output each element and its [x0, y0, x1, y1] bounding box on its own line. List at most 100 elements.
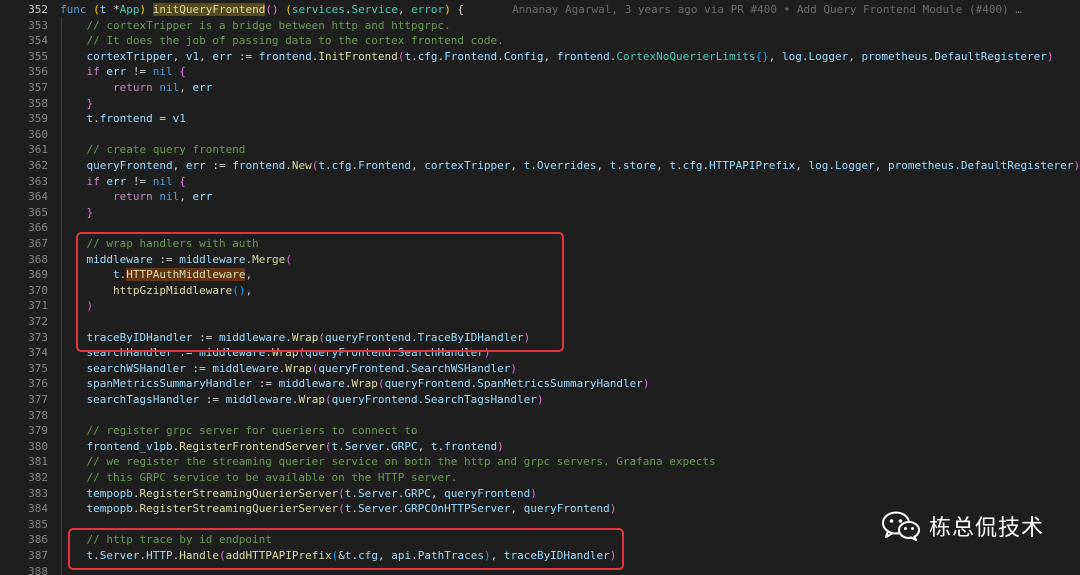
code-token: error: [411, 3, 445, 16]
code-token: .: [324, 159, 332, 172]
code-line[interactable]: 360: [0, 127, 1080, 143]
code-line[interactable]: 357 return nil, err: [0, 80, 1080, 96]
code-line[interactable]: 381 // we register the streaming querier…: [0, 454, 1080, 470]
code-token: prometheus: [861, 49, 928, 63]
line-number: 357: [28, 81, 48, 94]
code-token: Service: [351, 3, 398, 16]
code-line[interactable]: 364 return nil, err: [0, 189, 1080, 205]
code-line[interactable]: 375 searchWSHandler := middleware.Wrap(q…: [0, 361, 1080, 377]
code-line[interactable]: 363 if err != nil {: [0, 174, 1080, 190]
line-number: 379: [28, 424, 48, 438]
code-line[interactable]: 354 // It does the job of passing data t…: [0, 33, 1080, 49]
code-token: SearchTagsHandler: [424, 393, 537, 406]
code-token: :=: [205, 159, 233, 172]
code-token: CortexNoQuerierLimits: [616, 49, 756, 63]
code-line[interactable]: 380 frontend_v1pb. RegisterFrontendServer…: [0, 439, 1080, 455]
line-number: 371: [28, 299, 48, 313]
code-token: !=: [126, 174, 153, 188]
code-token: (: [285, 3, 292, 16]
code-token: SpanMetricsSummaryHandler: [477, 377, 643, 391]
code-token: ,: [874, 159, 888, 172]
code-token: ,: [656, 159, 670, 172]
code-line[interactable]: 379 // register grpc server for queriers…: [0, 423, 1080, 439]
line-number: 359: [28, 112, 48, 126]
code-token: (: [93, 3, 100, 16]
code-token: (: [324, 439, 332, 453]
code-token: (: [324, 393, 332, 406]
code-token: ): [444, 3, 451, 16]
code-line[interactable]: 355 cortexTripper, v1, err := frontend. I…: [0, 49, 1080, 65]
line-number: 361: [28, 143, 48, 157]
code-token: HTTPAPIPrefix: [709, 159, 796, 172]
code-text: // create query frontend: [60, 142, 245, 158]
code-token: ): [1046, 49, 1054, 63]
code-token: cortexTripper: [86, 49, 173, 63]
code-line[interactable]: 359 t.frontend = v1: [0, 111, 1080, 127]
code-line[interactable]: 377 searchTagsHandler := middleware.Wrap…: [0, 392, 1080, 408]
code-line[interactable]: 356 if err != nil {: [0, 64, 1080, 80]
code-line[interactable]: 382 // this GRPC service to be available…: [0, 470, 1080, 486]
code-text: func (t *App) initQueryFrontend() (servi…: [60, 2, 1022, 18]
code-token: ,: [430, 486, 445, 500]
code-token: cfg: [417, 49, 438, 63]
code-token: !=: [126, 65, 153, 79]
code-token: (: [338, 486, 345, 500]
code-line[interactable]: 352 func (t *App) initQueryFrontend() (se…: [0, 2, 1080, 18]
code-line[interactable]: 353 // cortexTripper is a bridge between…: [0, 18, 1080, 34]
code-line[interactable]: 358 }: [0, 96, 1080, 112]
git-blame-annotation[interactable]: Annanay Agarwal, 3 years ago via PR #400…: [512, 3, 1022, 16]
code-token: ): [536, 393, 544, 406]
code-token: ,: [596, 159, 610, 172]
code-token: ): [642, 377, 650, 391]
code-text: tempopb.RegisterStreamingQuerierServer(t…: [60, 486, 537, 502]
code-line[interactable]: 383 tempopb.RegisterStreamingQuerierServ…: [0, 486, 1080, 502]
code-token: .: [828, 159, 835, 172]
code-token: err: [192, 81, 213, 94]
highlight-box-auth-middleware: [76, 232, 564, 352]
code-line[interactable]: 378: [0, 408, 1080, 424]
code-token: nil: [159, 190, 180, 204]
code-token: cfg: [682, 159, 703, 172]
code-token: // register grpc server for queriers to …: [60, 424, 418, 438]
code-token: Wrap: [285, 361, 312, 375]
code-token: frontend_v1pb: [86, 439, 173, 453]
code-line[interactable]: 362 queryFrontend, err := frontend.New(t…: [0, 158, 1080, 174]
code-text: frontend_v1pb.RegisterFrontendServer(t.S…: [60, 439, 504, 455]
code-line[interactable]: 361 // create query frontend: [0, 142, 1080, 158]
code-token: Config: [503, 49, 544, 63]
line-number: 365: [28, 205, 48, 219]
code-token: tempopb: [86, 486, 133, 500]
line-number: 370: [28, 283, 48, 297]
code-token: ,: [417, 439, 431, 453]
code-token: queryFrontend: [523, 502, 610, 516]
code-token: ,: [795, 159, 809, 172]
code-token: nil: [152, 174, 173, 188]
code-token: .: [497, 49, 504, 63]
code-token: ,: [179, 190, 193, 204]
code-token: (: [377, 377, 385, 391]
code-token: Logger: [834, 159, 875, 172]
code-token: (: [338, 502, 345, 516]
code-text: spanMetricsSummaryHandler := middleware.…: [60, 376, 650, 392]
code-token: Server: [358, 486, 398, 500]
code-token: ,: [172, 49, 186, 63]
code-editor[interactable]: 352 func (t *App) initQueryFrontend() (se…: [0, 0, 1080, 575]
wechat-icon: [881, 511, 920, 541]
code-token: v1: [185, 49, 200, 63]
code-token: return: [112, 81, 153, 94]
code-line[interactable]: 365 }: [0, 205, 1080, 221]
code-text: }: [60, 96, 94, 112]
line-number: 360: [28, 127, 48, 141]
code-token: ): [510, 361, 518, 375]
code-token: initQueryFrontend: [152, 3, 266, 16]
code-token: func: [60, 3, 87, 16]
code-token: err: [185, 159, 206, 172]
code-line[interactable]: 376 spanMetricsSummaryHandler := middlew…: [0, 376, 1080, 392]
code-token: RegisterStreamingQuerierServer: [139, 486, 339, 500]
